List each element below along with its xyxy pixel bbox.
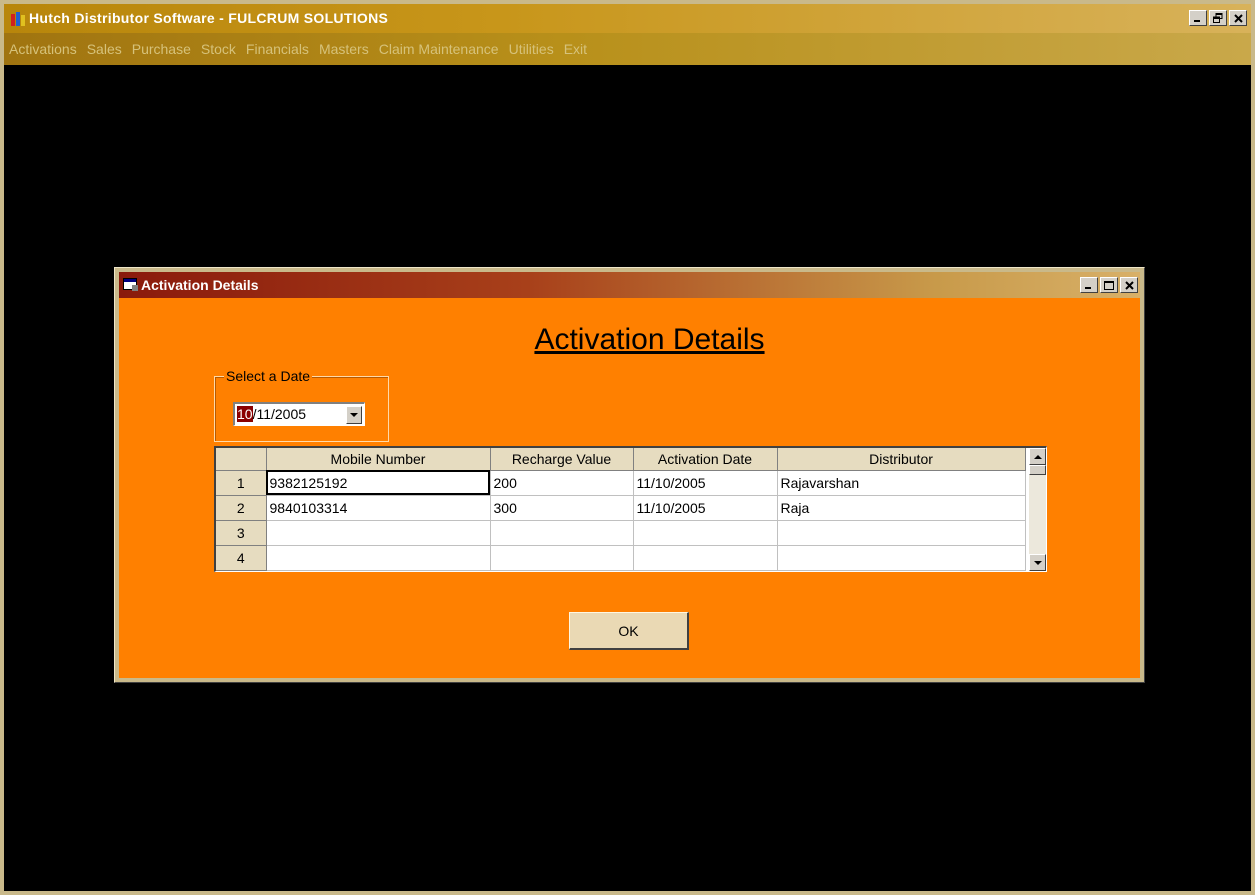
cell-activation-date[interactable]: 11/10/2005 xyxy=(633,470,778,496)
cell-recharge-value[interactable]: 200 xyxy=(490,470,634,496)
row-number[interactable]: 1 xyxy=(216,470,267,496)
close-icon xyxy=(1124,280,1134,290)
cell-mobile-number[interactable] xyxy=(266,545,491,571)
cell-recharge-value[interactable]: 300 xyxy=(490,495,634,521)
row-number[interactable]: 2 xyxy=(216,495,267,521)
app-icon xyxy=(10,11,26,27)
arrow-down-icon xyxy=(1033,560,1042,565)
scroll-down-button[interactable] xyxy=(1029,554,1046,571)
date-picker[interactable]: 10/11/2005 xyxy=(233,402,365,426)
form-icon xyxy=(123,278,139,292)
cell-activation-date[interactable]: 11/10/2005 xyxy=(633,495,778,521)
app-title: Hutch Distributor Software - FULCRUM SOL… xyxy=(29,10,389,26)
cell-distributor[interactable]: Rajavarshan xyxy=(777,470,1026,496)
table-row: 2 9840103314 300 11/10/2005 Raja xyxy=(216,495,1026,521)
table-row: 4 xyxy=(216,545,1026,571)
cell-distributor[interactable]: Raja xyxy=(777,495,1026,521)
cell-mobile-number[interactable]: 9382125192 xyxy=(266,470,491,496)
dialog-maximize-button[interactable] xyxy=(1100,277,1118,293)
restore-icon xyxy=(1213,13,1223,23)
ok-button[interactable]: OK xyxy=(569,612,689,650)
close-button[interactable] xyxy=(1229,10,1247,26)
activation-grid[interactable]: Mobile Number Recharge Value Activation … xyxy=(214,446,1047,572)
minimize-button[interactable] xyxy=(1189,10,1207,26)
date-dropdown-button[interactable] xyxy=(346,406,362,424)
chevron-down-icon xyxy=(350,413,358,417)
date-rest: /11/2005 xyxy=(252,406,307,422)
menu-utilities[interactable]: Utilities xyxy=(504,34,559,64)
dialog-close-button[interactable] xyxy=(1120,277,1138,293)
dialog-titlebar: Activation Details xyxy=(119,272,1140,298)
table-row: 1 9382125192 200 11/10/2005 Rajavarshan xyxy=(216,470,1026,496)
scroll-up-button[interactable] xyxy=(1029,448,1046,465)
cell-activation-date[interactable] xyxy=(633,520,778,546)
column-header-recharge-value[interactable]: Recharge Value xyxy=(490,448,634,471)
cell-distributor[interactable] xyxy=(777,520,1026,546)
maximize-icon xyxy=(1104,280,1114,290)
grid-vertical-scrollbar[interactable] xyxy=(1029,448,1046,571)
minimize-icon xyxy=(1194,20,1200,22)
row-number[interactable]: 3 xyxy=(216,520,267,546)
cell-recharge-value[interactable] xyxy=(490,545,634,571)
column-header-activation-date[interactable]: Activation Date xyxy=(633,448,778,471)
table-row: 3 xyxy=(216,520,1026,546)
dialog-title: Activation Details xyxy=(141,277,259,293)
arrow-up-icon xyxy=(1033,454,1042,459)
menu-bar: Activations Sales Purchase Stock Financi… xyxy=(4,33,1251,65)
minimize-icon xyxy=(1085,287,1091,289)
scroll-thumb[interactable] xyxy=(1029,465,1046,475)
menu-exit[interactable]: Exit xyxy=(559,34,592,64)
select-date-group: Select a Date 10/11/2005 xyxy=(214,368,389,442)
cell-distributor[interactable] xyxy=(777,545,1026,571)
select-date-label: Select a Date xyxy=(224,368,313,384)
cell-activation-date[interactable] xyxy=(633,545,778,571)
dialog-minimize-button[interactable] xyxy=(1080,277,1098,293)
column-header-distributor[interactable]: Distributor xyxy=(777,448,1026,471)
cell-mobile-number[interactable] xyxy=(266,520,491,546)
column-header-mobile-number[interactable]: Mobile Number xyxy=(266,448,491,471)
close-icon xyxy=(1233,13,1243,23)
row-number[interactable]: 4 xyxy=(216,545,267,571)
date-day-segment[interactable]: 10 xyxy=(237,406,253,422)
page-title: Activation Details xyxy=(534,323,765,356)
menu-sales[interactable]: Sales xyxy=(82,34,127,64)
menu-purchase[interactable]: Purchase xyxy=(127,34,196,64)
app-window: Hutch Distributor Software - FULCRUM SOL… xyxy=(0,0,1255,895)
grid-corner-header xyxy=(216,448,267,471)
cell-mobile-number[interactable]: 9840103314 xyxy=(266,495,491,521)
menu-stock[interactable]: Stock xyxy=(196,34,241,64)
app-titlebar: Hutch Distributor Software - FULCRUM SOL… xyxy=(4,4,1251,33)
menu-claim-maintenance[interactable]: Claim Maintenance xyxy=(374,34,504,64)
activation-details-dialog: Activation Details Activation Details Se… xyxy=(114,267,1145,683)
menu-masters[interactable]: Masters xyxy=(314,34,374,64)
menu-financials[interactable]: Financials xyxy=(241,34,314,64)
menu-activations[interactable]: Activations xyxy=(4,34,82,64)
dialog-body: Activation Details Select a Date 10/11/2… xyxy=(119,298,1140,678)
restore-button[interactable] xyxy=(1209,10,1227,26)
cell-recharge-value[interactable] xyxy=(490,520,634,546)
